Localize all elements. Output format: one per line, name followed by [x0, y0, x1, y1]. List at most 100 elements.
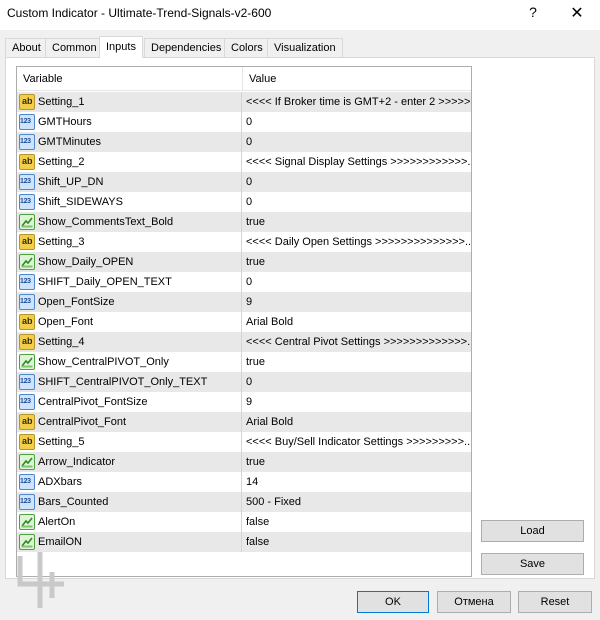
- boolean-type-icon: [19, 254, 35, 270]
- variable-name: Bars_Counted: [38, 496, 109, 508]
- integer-type-icon: 123: [19, 174, 35, 190]
- ok-button[interactable]: OK: [357, 591, 429, 613]
- tab-visualization[interactable]: Visualization: [267, 38, 343, 57]
- integer-type-icon: 123: [19, 474, 35, 490]
- table-row[interactable]: ab Setting_5 <<<< Buy/Sell Indicator Setti…: [17, 432, 471, 452]
- tab-about[interactable]: About: [5, 38, 48, 57]
- value-cell[interactable]: true: [243, 452, 471, 472]
- table-row[interactable]: Show_CentralPIVOT_Only true: [17, 352, 471, 372]
- table-row[interactable]: 123 ADXbars 14: [17, 472, 471, 492]
- variable-cell: ab Open_Font: [17, 312, 242, 332]
- variable-name: Show_CentralPIVOT_Only: [38, 356, 169, 368]
- table-row[interactable]: Arrow_Indicator true: [17, 452, 471, 472]
- value-cell[interactable]: 0: [243, 112, 471, 132]
- value-cell[interactable]: <<<< If Broker time is GMT+2 - enter 2 >…: [243, 92, 471, 112]
- value-cell[interactable]: 0: [243, 192, 471, 212]
- value-cell[interactable]: 0: [243, 272, 471, 292]
- variable-cell: AlertOn: [17, 512, 242, 532]
- integer-type-icon: 123: [19, 194, 35, 210]
- table-row[interactable]: ab Open_Font Arial Bold: [17, 312, 471, 332]
- cancel-button[interactable]: Отмена: [437, 591, 511, 613]
- value-cell[interactable]: 9: [243, 292, 471, 312]
- table-row[interactable]: 123 Shift_SIDEWAYS 0: [17, 192, 471, 212]
- help-button[interactable]: ?: [525, 4, 541, 22]
- value-cell[interactable]: 0: [243, 172, 471, 192]
- value-cell[interactable]: <<<< Signal Display Settings >>>>>>>>>>>…: [243, 152, 471, 172]
- value-cell[interactable]: true: [243, 352, 471, 372]
- integer-type-icon: 123: [19, 394, 35, 410]
- variable-cell: 123 SHIFT_CentralPIVOT_Only_TEXT: [17, 372, 242, 392]
- tab-common[interactable]: Common: [45, 38, 104, 57]
- value-cell[interactable]: 14: [243, 472, 471, 492]
- variable-cell: Arrow_Indicator: [17, 452, 242, 472]
- table-row[interactable]: 123 Bars_Counted 500 - Fixed: [17, 492, 471, 512]
- table-row[interactable]: 123 GMTHours 0: [17, 112, 471, 132]
- table-row[interactable]: ab Setting_4 <<<< Central Pivot Settings >…: [17, 332, 471, 352]
- value-cell[interactable]: true: [243, 252, 471, 272]
- value-cell[interactable]: false: [243, 532, 471, 552]
- tab-inputs[interactable]: Inputs: [99, 36, 143, 58]
- table-row[interactable]: ab Setting_3 <<<< Daily Open Settings >>>>…: [17, 232, 471, 252]
- variable-name: Setting_5: [38, 436, 85, 448]
- window-title: Custom Indicator - Ultimate-Trend-Signal…: [7, 6, 272, 20]
- value-cell[interactable]: <<<< Buy/Sell Indicator Settings >>>>>>>…: [243, 432, 471, 452]
- grid-header: Variable Value: [17, 67, 471, 91]
- variable-name: Shift_UP_DN: [38, 176, 104, 188]
- integer-type-icon: 123: [19, 134, 35, 150]
- variable-cell: 123 SHIFT_Daily_OPEN_TEXT: [17, 272, 242, 292]
- variable-cell: 123 Open_FontSize: [17, 292, 242, 312]
- reset-button[interactable]: Reset: [518, 591, 592, 613]
- variable-name: SHIFT_Daily_OPEN_TEXT: [38, 276, 172, 288]
- value-cell[interactable]: true: [243, 212, 471, 232]
- value-cell[interactable]: 0: [243, 132, 471, 152]
- integer-type-icon: 123: [19, 274, 35, 290]
- close-button[interactable]: ✕: [566, 3, 588, 23]
- table-row[interactable]: 123 CentralPivot_FontSize 9: [17, 392, 471, 412]
- column-header-variable[interactable]: Variable: [17, 67, 242, 91]
- value-cell[interactable]: 0: [243, 372, 471, 392]
- value-cell[interactable]: Arial Bold: [243, 312, 471, 332]
- boolean-type-icon: [19, 214, 35, 230]
- string-type-icon: ab: [19, 334, 35, 350]
- table-row[interactable]: ab Setting_2 <<<< Signal Display Settings …: [17, 152, 471, 172]
- variable-name: SHIFT_CentralPIVOT_Only_TEXT: [38, 376, 208, 388]
- value-cell[interactable]: 9: [243, 392, 471, 412]
- variable-name: GMTHours: [38, 116, 92, 128]
- value-cell[interactable]: false: [243, 512, 471, 532]
- variable-name: AlertOn: [38, 516, 76, 528]
- table-row[interactable]: 123 Shift_UP_DN 0: [17, 172, 471, 192]
- table-row[interactable]: 123 GMTMinutes 0: [17, 132, 471, 152]
- table-row[interactable]: ab CentralPivot_Font Arial Bold: [17, 412, 471, 432]
- table-row[interactable]: AlertOn false: [17, 512, 471, 532]
- value-cell[interactable]: 500 - Fixed: [243, 492, 471, 512]
- boolean-type-icon: [19, 514, 35, 530]
- variable-name: Setting_4: [38, 336, 85, 348]
- table-row[interactable]: 123 SHIFT_CentralPIVOT_Only_TEXT 0: [17, 372, 471, 392]
- value-cell[interactable]: <<<< Central Pivot Settings >>>>>>>>>>>>…: [243, 332, 471, 352]
- variable-cell: ab Setting_4: [17, 332, 242, 352]
- save-button[interactable]: Save: [481, 553, 584, 575]
- variable-cell: ab Setting_5: [17, 432, 242, 452]
- integer-type-icon: 123: [19, 294, 35, 310]
- table-row[interactable]: EmailON false: [17, 532, 471, 552]
- load-button[interactable]: Load: [481, 520, 584, 542]
- variable-cell: 123 Bars_Counted: [17, 492, 242, 512]
- variable-name: Setting_1: [38, 96, 85, 108]
- table-row[interactable]: 123 Open_FontSize 9: [17, 292, 471, 312]
- variable-name: CentralPivot_Font: [38, 416, 127, 428]
- variable-cell: Show_Daily_OPEN: [17, 252, 242, 272]
- table-row[interactable]: 123 SHIFT_Daily_OPEN_TEXT 0: [17, 272, 471, 292]
- tab-dependencies[interactable]: Dependencies: [144, 38, 229, 57]
- variable-name: Arrow_Indicator: [38, 456, 116, 468]
- table-row[interactable]: Show_CommentsText_Bold true: [17, 212, 471, 232]
- variable-cell: 123 GMTHours: [17, 112, 242, 132]
- variable-name: Show_Daily_OPEN: [38, 256, 134, 268]
- value-cell[interactable]: Arial Bold: [243, 412, 471, 432]
- variable-name: Shift_SIDEWAYS: [38, 196, 123, 208]
- value-cell[interactable]: <<<< Daily Open Settings >>>>>>>>>>>>>>.…: [243, 232, 471, 252]
- table-row[interactable]: ab Setting_1 <<<< If Broker time is GMT+2 …: [17, 92, 471, 112]
- variable-cell: Show_CommentsText_Bold: [17, 212, 242, 232]
- tab-colors[interactable]: Colors: [224, 38, 270, 57]
- table-row[interactable]: Show_Daily_OPEN true: [17, 252, 471, 272]
- column-header-value[interactable]: Value: [243, 67, 471, 91]
